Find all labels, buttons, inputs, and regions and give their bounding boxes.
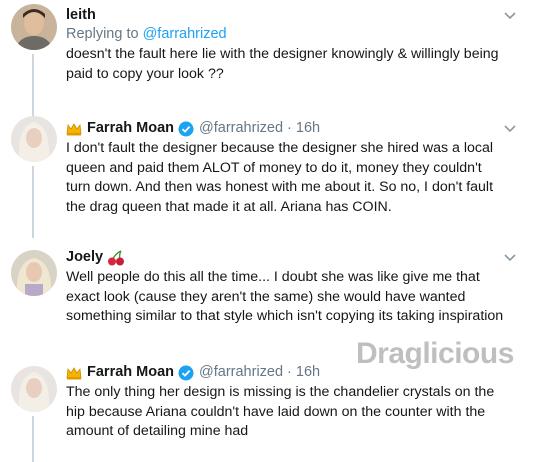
avatar-farrah-moan[interactable]	[11, 116, 57, 162]
verified-badge-icon	[178, 121, 194, 136]
verified-badge-icon	[178, 365, 194, 380]
tweet-farrah-moan-2[interactable]: Farrah Moan @farrahrized · 16h The only …	[0, 360, 534, 462]
thread-line	[32, 416, 34, 462]
thread-line	[32, 54, 34, 112]
crown-emoji-icon	[66, 122, 82, 135]
tweet-thread: leith Replying to @farrahrized doesn't t…	[0, 0, 534, 462]
thread-line	[32, 166, 34, 238]
chevron-down-icon[interactable]	[504, 125, 516, 133]
avatar-leith[interactable]	[11, 4, 57, 50]
svg-text:Draglicious: Draglicious	[356, 337, 514, 370]
display-name[interactable]: Joely	[66, 248, 103, 267]
tweet-text: doesn't the fault here lie with the desi…	[66, 46, 499, 82]
replying-to: Replying to @farrahrized	[66, 26, 227, 42]
draglicious-watermark-logo: Draglicious	[356, 337, 514, 370]
display-name[interactable]: Farrah Moan	[87, 119, 174, 138]
reply-handle-link[interactable]: @farrahrized	[143, 26, 227, 42]
timestamp[interactable]: 16h	[296, 119, 320, 138]
handle[interactable]: @farrahrized	[199, 363, 283, 382]
avatar-joely[interactable]	[11, 250, 57, 296]
crown-emoji-icon	[66, 366, 82, 379]
tweet-farrah-moan-1[interactable]: Farrah Moan @farrahrized · 16h I don't f…	[0, 110, 534, 238]
handle[interactable]: @farrahrized	[199, 119, 283, 138]
display-name[interactable]: Farrah Moan	[87, 363, 174, 382]
tweet-text: Well people do this all the time... I do…	[66, 269, 504, 324]
tweet-leith[interactable]: leith Replying to @farrahrized doesn't t…	[0, 0, 534, 112]
avatar-farrah-moan[interactable]	[11, 366, 57, 412]
chevron-down-icon[interactable]	[504, 254, 516, 262]
timestamp[interactable]: 16h	[296, 363, 320, 382]
cherry-emoji-icon	[108, 249, 125, 265]
display-name[interactable]: leith	[66, 6, 96, 25]
tweet-text: The only thing her design is missing is …	[66, 384, 495, 439]
chevron-down-icon[interactable]	[504, 12, 516, 20]
tweet-text: I don't fault the designer because the d…	[66, 140, 494, 215]
